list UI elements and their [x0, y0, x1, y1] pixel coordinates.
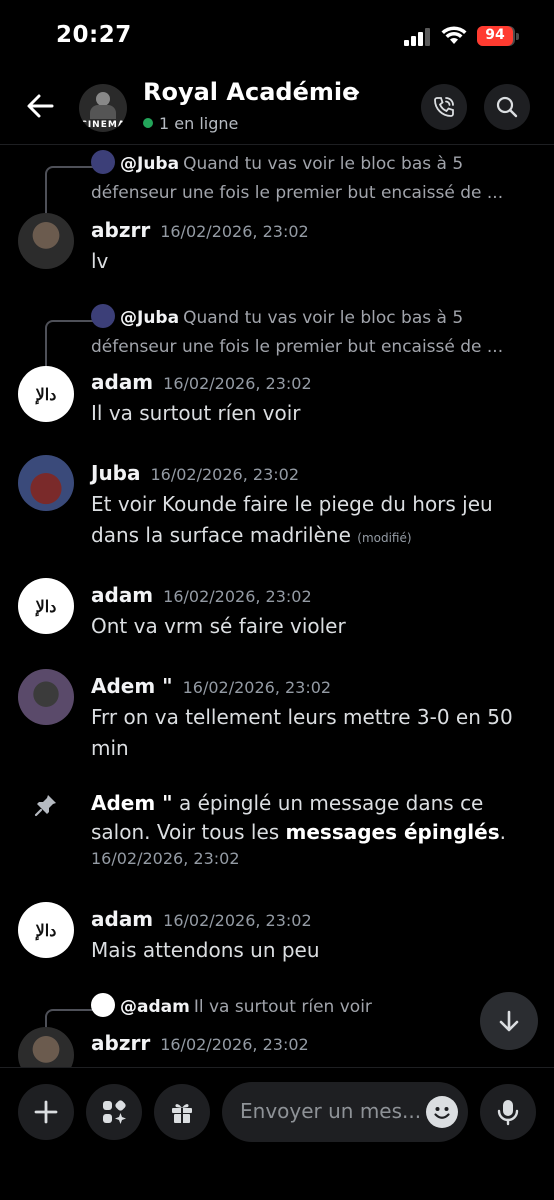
voice-call-button[interactable]: [421, 84, 467, 130]
reply-avatar: [91, 993, 115, 1017]
edited-label: (modifié): [357, 531, 412, 545]
reply-spine: [45, 166, 93, 216]
battery-level: 94: [485, 27, 505, 43]
message-composer: Envoyer un mes...: [0, 1067, 554, 1200]
gift-button[interactable]: [154, 1084, 210, 1140]
arrow-down-icon: [499, 1010, 519, 1032]
pinned-messages-link[interactable]: messages épinglés: [286, 820, 500, 844]
phone-call-icon: [434, 97, 454, 117]
message-author[interactable]: Juba 16/02/2026, 23:02: [91, 461, 299, 485]
avatar[interactable]: [18, 213, 74, 269]
message-timestamp: 16/02/2026, 23:02: [163, 911, 312, 930]
reply-spine: [45, 320, 93, 370]
message-timestamp: 16/02/2026, 23:02: [182, 678, 332, 697]
search-button[interactable]: [484, 84, 530, 130]
message-timestamp: 16/02/2026, 23:02: [150, 465, 300, 484]
message-timestamp: 16/02/2026, 23:02: [163, 374, 312, 393]
message-timestamp: 16/02/2026, 23:02: [160, 222, 309, 241]
avatar[interactable]: [18, 669, 74, 725]
message-text: Mais attendons un peu: [91, 938, 320, 962]
avatar[interactable]: [18, 455, 74, 511]
gift-icon: [172, 1104, 192, 1123]
reply-preview[interactable]: @Juba Quand tu vas voir le bloc bas à 5 d…: [91, 304, 511, 362]
system-message: Adem " a épinglé un message dans ce salo…: [91, 789, 511, 871]
message-author[interactable]: abzrr 16/02/2026, 23:02: [91, 1031, 309, 1055]
message-text: Et voir Kounde faire le piege du hors je…: [91, 492, 493, 547]
jump-to-bottom-button[interactable]: [480, 992, 538, 1050]
battery-icon: 94: [477, 26, 519, 46]
message-text: Frr on va tellement leurs mettre 3-0 en …: [91, 705, 513, 760]
search-icon: [496, 96, 518, 118]
reply-avatar: [91, 150, 115, 174]
attach-button[interactable]: [18, 1084, 74, 1140]
online-count: 1 en ligne: [143, 114, 238, 133]
apps-button[interactable]: [86, 1084, 142, 1140]
reply-preview[interactable]: @Juba Quand tu vas voir le bloc bas à 5 d…: [91, 150, 511, 208]
message-author[interactable]: abzrr 16/02/2026, 23:02: [91, 218, 309, 242]
message-list[interactable]: @Juba Quand tu vas voir le bloc bas à 5 d…: [0, 145, 554, 1067]
microphone-icon: [497, 1100, 519, 1126]
status-bar: 20:27 94: [0, 0, 554, 70]
server-avatar[interactable]: CINEMA: [79, 84, 127, 132]
channel-header: CINEMA Royal Académie › 1 en ligne: [0, 72, 554, 142]
message-author[interactable]: adam 16/02/2026, 23:02: [91, 370, 312, 394]
emoji-icon[interactable]: [426, 1096, 458, 1128]
reply-avatar: [91, 304, 115, 328]
message-text: lv: [91, 249, 109, 273]
message-timestamp: 16/02/2026, 23:02: [91, 849, 240, 868]
cellular-signal-icon: [404, 28, 434, 46]
online-dot-icon: [143, 118, 153, 128]
avatar[interactable]: دالإ: [18, 578, 74, 634]
message-author[interactable]: adam 16/02/2026, 23:02: [91, 907, 312, 931]
clock: 20:27: [56, 22, 132, 48]
avatar[interactable]: [18, 1027, 74, 1067]
message-timestamp: 16/02/2026, 23:02: [163, 587, 312, 606]
wifi-icon: [441, 26, 467, 44]
chevron-right-icon[interactable]: ›: [352, 80, 361, 105]
reply-preview[interactable]: @adam Il va surtout ríen voir: [91, 993, 511, 1022]
message-text: Il va surtout ríen voir: [91, 401, 301, 425]
apps-icon: [103, 1100, 126, 1124]
system-actor[interactable]: Adem ": [91, 791, 173, 815]
message-input-placeholder: Envoyer un mes...: [240, 1099, 422, 1123]
message-author[interactable]: adam 16/02/2026, 23:02: [91, 583, 312, 607]
voice-message-button[interactable]: [480, 1084, 536, 1140]
message-text: Ont va vrm sé faire violer: [91, 614, 346, 638]
avatar[interactable]: دالإ: [18, 902, 74, 958]
message-author[interactable]: Adem " 16/02/2026, 23:02: [91, 674, 331, 698]
avatar[interactable]: دالإ: [18, 366, 74, 422]
back-arrow-icon[interactable]: [24, 90, 56, 122]
pin-icon: [34, 795, 56, 817]
message-input[interactable]: Envoyer un mes...: [222, 1082, 468, 1142]
plus-icon: [34, 1100, 58, 1124]
message-timestamp: 16/02/2026, 23:02: [160, 1035, 309, 1054]
server-title[interactable]: Royal Académie: [143, 78, 358, 106]
